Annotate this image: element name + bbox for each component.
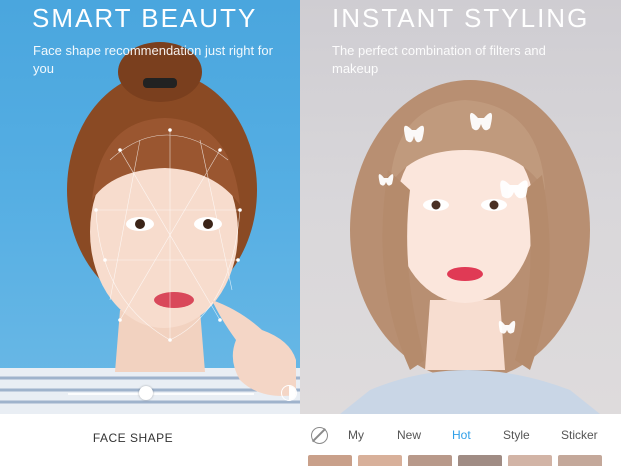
- tab-hot[interactable]: Hot: [452, 428, 471, 442]
- filter-thumbnail[interactable]: [458, 455, 502, 466]
- face-shape-button[interactable]: FACE SHAPE: [0, 431, 266, 445]
- instant-styling-subtitle: The perfect combination of filters and m…: [332, 43, 546, 76]
- tab-style[interactable]: Style: [503, 428, 530, 442]
- compare-icon[interactable]: [281, 385, 297, 401]
- tab-sticker[interactable]: Sticker: [561, 428, 598, 442]
- smart-beauty-headline: SMART BEAUTY: [32, 3, 258, 33]
- face-shape-bar: FACE SHAPE: [0, 414, 300, 466]
- filter-thumbnail[interactable]: [508, 455, 552, 466]
- smart-beauty-panel: SMART BEAUTY Face shape recommendation j…: [0, 0, 300, 466]
- smart-beauty-subtitle: Face shape recommendation just right for…: [33, 43, 273, 76]
- instant-styling-photo: INSTANT STYLING The perfect combination …: [300, 0, 621, 414]
- slider-track[interactable]: [68, 393, 254, 395]
- smart-beauty-photo: SMART BEAUTY Face shape recommendation j…: [0, 0, 300, 414]
- filter-thumbnail[interactable]: [308, 455, 352, 466]
- filter-thumbnail[interactable]: [408, 455, 452, 466]
- filter-category-bar: My New Hot Style Sticker: [300, 414, 621, 466]
- beauty-intensity-slider[interactable]: [0, 384, 300, 404]
- instant-styling-panel: INSTANT STYLING The perfect combination …: [300, 0, 621, 466]
- filter-thumbnail[interactable]: [358, 455, 402, 466]
- filter-thumbnail-strip: [308, 455, 621, 466]
- tab-new[interactable]: New: [397, 428, 421, 442]
- tab-my[interactable]: My: [348, 428, 364, 442]
- filter-thumbnail[interactable]: [558, 455, 602, 466]
- instant-styling-headline: INSTANT STYLING: [332, 3, 590, 33]
- no-filter-icon[interactable]: [311, 427, 328, 444]
- slider-handle[interactable]: [139, 386, 154, 400]
